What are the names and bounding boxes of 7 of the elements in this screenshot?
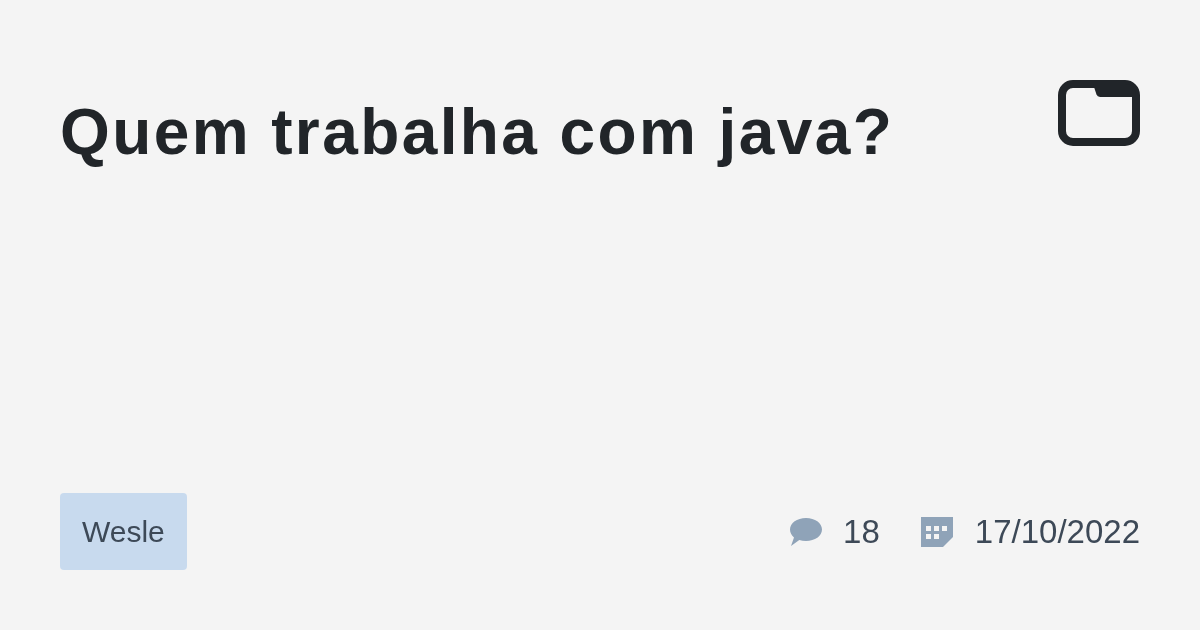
folder-icon xyxy=(1058,80,1140,146)
comment-count: 18 xyxy=(843,513,880,550)
post-title: Quem trabalha com java? xyxy=(60,95,895,170)
author-tag[interactable]: Wesle xyxy=(60,493,187,570)
post-date: 17/10/2022 xyxy=(974,513,1140,550)
speech-bubble-icon xyxy=(789,516,824,547)
calendar-icon xyxy=(920,516,953,547)
